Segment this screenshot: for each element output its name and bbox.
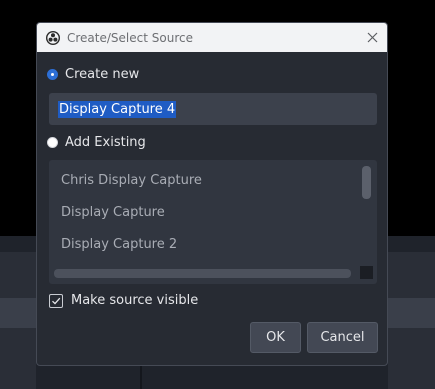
make-visible-option[interactable]: Make source visible xyxy=(49,293,198,308)
create-select-source-dialog: Create/Select Source Create new Display … xyxy=(36,22,388,366)
create-new-radio[interactable] xyxy=(47,69,58,80)
editor-strip-right xyxy=(388,298,435,328)
source-name-value: Display Capture 4 xyxy=(58,100,177,118)
make-visible-checkbox[interactable] xyxy=(49,293,63,308)
cancel-button[interactable]: Cancel xyxy=(307,322,378,353)
ok-button[interactable]: OK xyxy=(250,322,301,353)
list-item[interactable]: Display Capture 2 xyxy=(61,237,177,252)
close-button[interactable] xyxy=(365,30,379,44)
checkmark-icon xyxy=(52,297,61,305)
add-existing-radio[interactable] xyxy=(47,137,58,148)
source-name-input[interactable]: Display Capture 4 xyxy=(49,93,377,125)
dialog-titlebar[interactable]: Create/Select Source xyxy=(37,23,387,52)
add-existing-label: Add Existing xyxy=(65,135,146,150)
editor-strip-left xyxy=(0,298,36,328)
obs-logo-icon xyxy=(46,30,60,45)
dialog-title: Create/Select Source xyxy=(67,30,193,45)
close-icon[interactable] xyxy=(367,32,378,43)
editor-divider xyxy=(140,364,142,389)
add-existing-option[interactable]: Add Existing xyxy=(47,135,146,150)
list-item[interactable]: Chris Display Capture xyxy=(61,173,202,188)
vertical-scrollbar[interactable] xyxy=(362,166,371,199)
list-item[interactable]: Display Capture xyxy=(61,205,165,220)
make-visible-label: Make source visible xyxy=(71,293,199,308)
scrollbar-corner xyxy=(360,266,373,279)
create-new-label: Create new xyxy=(65,67,140,82)
create-new-option[interactable]: Create new xyxy=(47,67,139,82)
existing-sources-list[interactable]: Chris Display Capture Display Capture Di… xyxy=(49,160,377,284)
horizontal-scrollbar[interactable] xyxy=(54,269,351,278)
